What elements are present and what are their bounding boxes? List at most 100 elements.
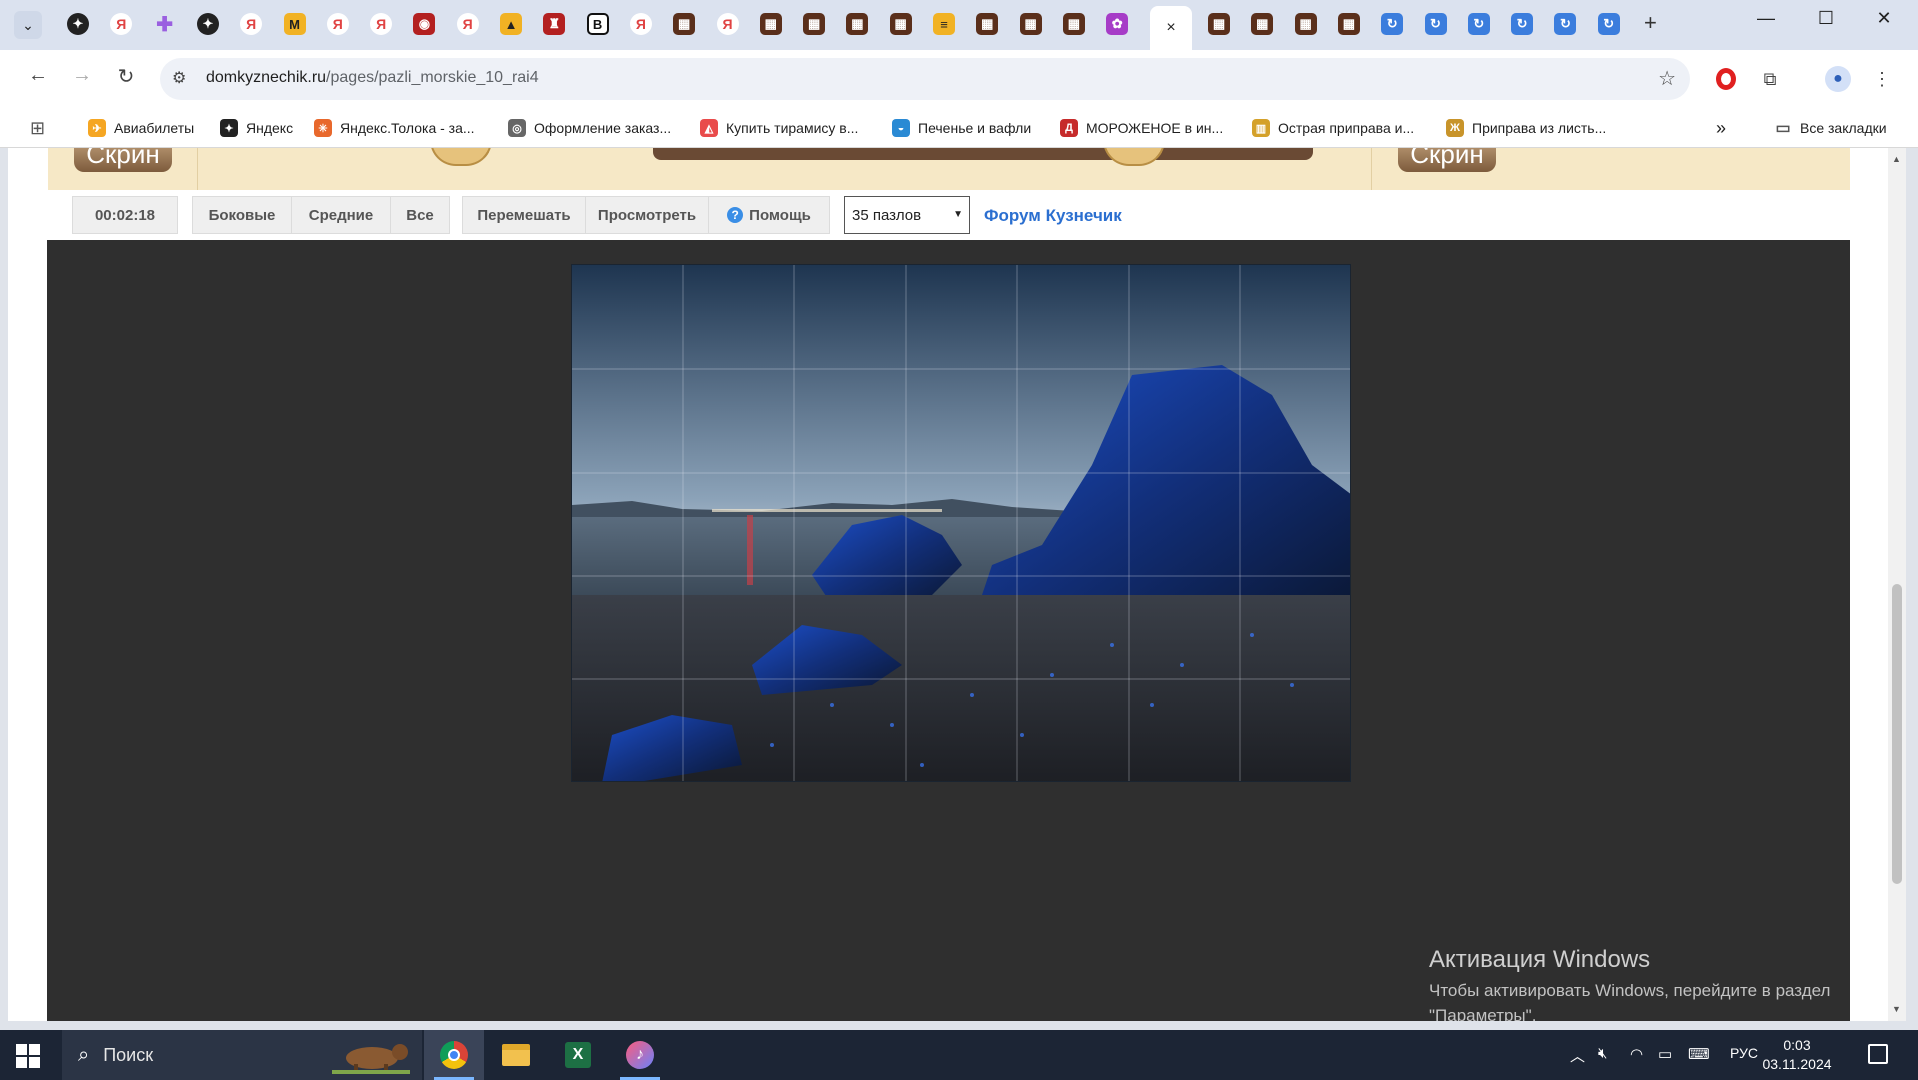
bookmark-item[interactable]: ◎ Оформление заказ... [508, 116, 671, 140]
taskbar-explorer[interactable] [486, 1030, 546, 1080]
tab-brown-icon[interactable]: ▦ [1208, 13, 1230, 35]
extensions-icon[interactable]: ⧉ [1756, 65, 1784, 93]
tab-b-letter-icon[interactable]: B [586, 13, 609, 35]
bookmark-star-icon[interactable]: ☆ [1658, 66, 1676, 91]
banner-emblem-left [430, 148, 492, 166]
wifi-icon[interactable]: ◠ [1630, 1045, 1643, 1063]
maximize-button[interactable]: ☐ [1806, 8, 1846, 29]
tab-brown-icon[interactable]: ▦ [889, 13, 912, 35]
tab-dark-star-icon[interactable]: ✦ [196, 13, 219, 35]
url-text[interactable]: domkyznechik.ru/pages/pazli_morskie_10_r… [206, 69, 539, 87]
banner-emblem-right [1103, 148, 1165, 166]
close-window-button[interactable]: ✕ [1864, 8, 1904, 29]
screenshot-button-left[interactable]: Скрин [74, 148, 172, 172]
bookmark-item[interactable]: ◭ Купить тирамису в... [700, 116, 858, 140]
tab-yandex-icon[interactable]: Я [456, 13, 479, 35]
tab-brown-icon[interactable]: ▦ [1019, 13, 1042, 35]
bookmark-item[interactable]: ✈ Авиабилеты [88, 116, 194, 140]
tab-brown-icon[interactable]: ▦ [1337, 13, 1360, 35]
tab-amber-icon[interactable]: M [283, 13, 306, 35]
bookmark-item[interactable]: ◒ Печенье и вафли [892, 116, 1031, 140]
address-bar[interactable]: ⚙ domkyznechik.ru/pages/pazli_morskie_10… [160, 58, 1690, 100]
cake-icon: ◭ [700, 119, 718, 137]
scroll-up-icon[interactable]: ▲ [1892, 154, 1901, 164]
browser-toolbar: ← → ↻ ⚙ domkyznechik.ru/pages/pazli_mors… [0, 50, 1918, 108]
filter-edges-button[interactable]: Боковые [192, 196, 292, 234]
tab-brown-icon[interactable]: ▦ [1294, 13, 1317, 35]
help-button[interactable]: ? Помощь [708, 196, 830, 234]
tab-brown-icon[interactable]: ▦ [673, 13, 696, 35]
site-info-icon[interactable]: ⚙ [172, 68, 186, 88]
back-button[interactable]: ← [22, 64, 54, 87]
all-bookmarks-button[interactable]: ▭ Все закладки [1774, 116, 1886, 140]
shuffle-button[interactable]: Перемешать [462, 196, 586, 234]
bookmark-label: Купить тирамису в... [726, 120, 859, 136]
tab-blue-icon[interactable]: ↻ [1381, 13, 1404, 35]
tab-yandex-icon[interactable]: Я [326, 13, 349, 35]
new-tab-button[interactable]: + [1644, 10, 1657, 36]
tab-yandex-icon[interactable]: Я [110, 13, 133, 35]
tab-blue-icon[interactable]: ↻ [1467, 13, 1490, 35]
preview-button[interactable]: Просмотреть [585, 196, 709, 234]
bookmark-label: Авиабилеты [114, 120, 195, 136]
bookmarks-overflow-button[interactable]: » [1716, 116, 1726, 140]
page-scrollbar[interactable]: ▲ ▼ [1888, 148, 1906, 1021]
tab-blue-icon[interactable]: ↻ [1554, 13, 1577, 35]
bookmark-item[interactable]: ▥ Острая приправа и... [1252, 116, 1414, 140]
tab-brown-icon[interactable]: ▦ [759, 13, 782, 35]
opera-extension-icon[interactable] [1712, 65, 1740, 93]
menu-icon[interactable]: ⋮ [1868, 65, 1896, 93]
tab-brown-icon[interactable]: ▦ [976, 13, 999, 35]
tab-yandex-icon[interactable]: Я [370, 13, 393, 35]
tab-plus-purple-icon[interactable]: ✚ [154, 13, 176, 36]
tab-brown-icon[interactable]: ▦ [1251, 13, 1274, 35]
tab-red-icon[interactable]: ◉ [413, 13, 436, 35]
filter-all-button[interactable]: Все [390, 196, 450, 234]
bookmark-item[interactable]: ✳ Яндекс.Толока - за... [314, 116, 475, 140]
close-icon[interactable]: × [1166, 19, 1175, 37]
tab-yandex-icon[interactable]: Я [240, 13, 263, 35]
tab-blue-icon[interactable]: ↻ [1597, 13, 1620, 35]
start-button[interactable] [16, 1044, 40, 1068]
scrollbar-thumb[interactable] [1892, 584, 1902, 884]
apps-grid-icon[interactable]: ⊞ [30, 116, 45, 140]
tab-amber-icon[interactable]: ≡ [933, 13, 955, 35]
filter-middle-button[interactable]: Средние [291, 196, 391, 234]
bookmark-item[interactable]: ✦ Яндекс [220, 116, 293, 140]
windows-taskbar: ⌕ Поиск X ♪ ︿ 🔇︎ ◠ ▭ ⌨ РУС 0:03 03.11.20… [0, 1030, 1918, 1080]
taskbar-itunes[interactable]: ♪ [610, 1030, 670, 1080]
tab-purple-icon[interactable]: ✿ [1106, 13, 1129, 35]
reload-button[interactable]: ↻ [110, 64, 142, 89]
tab-blue-icon[interactable]: ↻ [1424, 13, 1447, 35]
forward-button[interactable]: → [66, 64, 98, 87]
tab-amber-icon[interactable]: ▲ [500, 13, 522, 35]
scroll-down-icon[interactable]: ▼ [1892, 1004, 1901, 1014]
tab-yandex-icon[interactable]: Я [716, 13, 739, 35]
taskbar-search[interactable]: ⌕ Поиск [62, 1030, 422, 1080]
puzzle-image[interactable] [571, 264, 1351, 782]
tray-chevron-icon[interactable]: ︿ [1570, 1045, 1585, 1066]
pieces-select[interactable]: 35 пазлов ▼ [844, 196, 970, 234]
tab-brown-icon[interactable]: ▦ [1062, 13, 1085, 35]
tab-yandex-icon[interactable]: Я [629, 13, 652, 35]
profile-icon[interactable]: ● [1824, 65, 1852, 93]
volume-muted-icon[interactable]: 🔇︎ [1598, 1045, 1607, 1062]
tab-red-icon[interactable]: ♜ [543, 13, 566, 35]
tab-brown-icon[interactable]: ▦ [803, 13, 826, 35]
tab-blue-icon[interactable]: ↻ [1511, 13, 1534, 35]
keyboard-icon[interactable]: ⌨ [1688, 1045, 1710, 1063]
minimize-button[interactable]: — [1746, 8, 1786, 29]
active-tab[interactable]: × [1150, 6, 1192, 50]
tab-dark-star-icon[interactable]: ✦ [67, 13, 89, 35]
bookmark-item[interactable]: Ж Приправа из листь... [1446, 116, 1606, 140]
tab-brown-icon[interactable]: ▦ [846, 13, 869, 35]
battery-icon[interactable]: ▭ [1658, 1045, 1672, 1063]
screenshot-button-right[interactable]: Скрин [1398, 148, 1496, 172]
forum-link[interactable]: Форум Кузнечик [984, 206, 1122, 226]
notifications-icon[interactable] [1868, 1044, 1888, 1064]
chevron-down-icon[interactable]: ⌄ [14, 11, 42, 39]
bookmark-item[interactable]: Д МОРОЖЕНОЕ в ин... [1060, 116, 1223, 140]
taskbar-chrome[interactable] [424, 1030, 484, 1080]
taskbar-excel[interactable]: X [548, 1030, 608, 1080]
taskbar-clock[interactable]: 0:03 03.11.2024 [1752, 1036, 1842, 1074]
